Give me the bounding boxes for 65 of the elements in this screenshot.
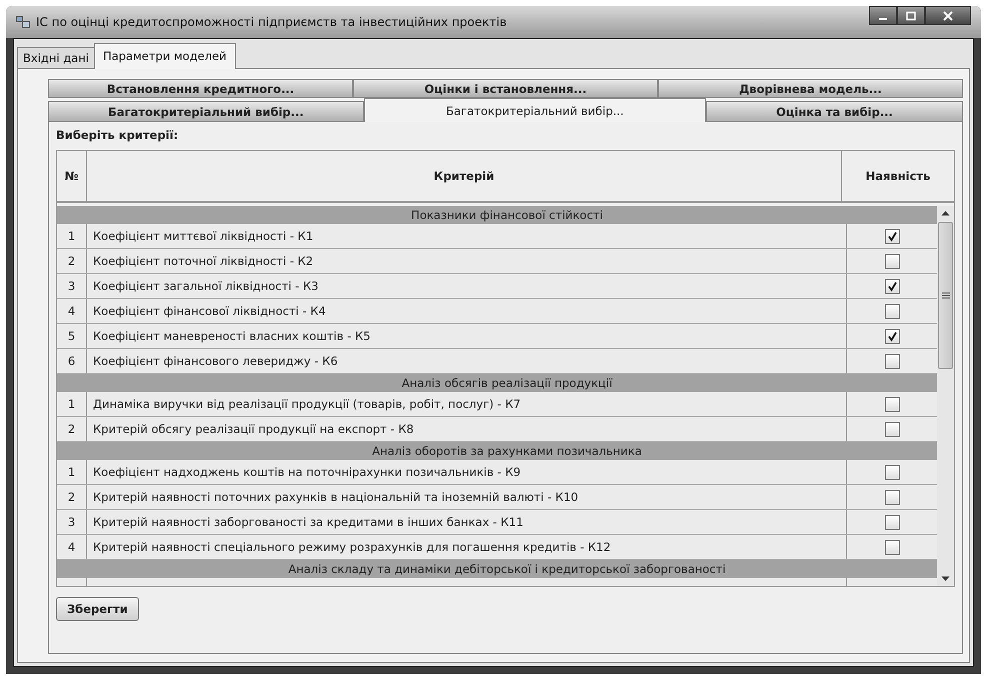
table-cell: Коефіцієнт миттєвої ліквідності - К1 <box>87 224 847 248</box>
tab[interactable]: Багатокритеріальний вибір... <box>48 101 364 122</box>
tab[interactable]: Дворівнева модель... <box>658 79 963 98</box>
tab[interactable]: Параметри моделей <box>94 43 236 69</box>
checkbox[interactable] <box>884 304 900 318</box>
tab[interactable]: Вхідні дані <box>17 47 95 68</box>
tab[interactable]: Оцінки і встановлення... <box>353 79 658 98</box>
checkbox[interactable] <box>884 540 900 554</box>
table-cell: Критерій обсягу реалізації продукції на експорт - К8 <box>87 417 847 441</box>
minimize-icon <box>879 18 887 20</box>
table-cell: Коефіцієнт надходжень коштів на поточнірахунки позичальників - К9 <box>87 460 847 484</box>
column-header: Наявність <box>864 168 932 185</box>
table-cell: Динаміка виручки від реалізації продукції (товарів, робіт, послуг) - К7 <box>87 392 847 416</box>
group-header: Аналіз обсягів реалізації продукції <box>57 374 937 392</box>
table-cell: 1 <box>57 392 87 416</box>
tab[interactable]: Оцінка та вибір... <box>706 101 963 122</box>
minimize-button[interactable] <box>869 6 897 25</box>
group-header: Показники фінансової стійкості <box>57 206 937 224</box>
column-header: Критерій <box>87 151 842 201</box>
table-cell: 2 <box>57 485 87 509</box>
column-header: № <box>57 151 87 201</box>
table-cell: 2 <box>57 249 87 273</box>
table-cell: Критерій наявності спеціального режиму розрахунків для погашення кредитів - К12 <box>87 535 847 559</box>
table-cell: 3 <box>57 510 87 534</box>
grip-icon <box>942 292 950 299</box>
checkbox[interactable] <box>884 354 900 368</box>
table-cell: 3 <box>57 274 87 298</box>
close-button[interactable] <box>925 6 971 25</box>
window-title: ІС по оцінці кредитоспроможності підприємств та інвестиційних проектів <box>36 15 508 29</box>
table-cell: Коефіцієнт загальної ліквідності - К3 <box>87 274 847 298</box>
checkbox[interactable] <box>884 396 900 412</box>
maximize-button[interactable] <box>897 6 925 25</box>
checkbox[interactable] <box>884 254 900 268</box>
save-button[interactable]: Зберегти <box>56 597 139 621</box>
table-cell: 1 <box>57 460 87 484</box>
checkbox[interactable] <box>884 328 900 344</box>
tab[interactable]: Багатокритеріальний вибір... <box>364 98 706 122</box>
scroll-down-icon[interactable] <box>941 576 950 582</box>
table-cell: 6 <box>57 349 87 373</box>
checkbox[interactable] <box>884 422 900 436</box>
checkbox[interactable] <box>884 490 900 504</box>
table-cell: 2 <box>57 417 87 441</box>
tab[interactable]: Встановлення кредитного... <box>48 79 353 98</box>
app-icon <box>16 16 30 28</box>
scroll-up-icon[interactable] <box>941 210 950 216</box>
checkbox[interactable] <box>884 228 900 244</box>
scrollbar[interactable] <box>937 206 954 586</box>
checkbox[interactable] <box>884 464 900 480</box>
checkbox[interactable] <box>884 514 900 530</box>
table-cell: 4 <box>57 299 87 323</box>
table-cell: Коефіцієнт маневреності власних коштів - К5 <box>87 324 847 348</box>
close-icon <box>942 10 954 20</box>
table-cell: Коефіцієнт фінансової ліквідності - К4 <box>87 299 847 323</box>
table-cell: Коефіцієнт фінансового левериджу - К6 <box>87 349 847 373</box>
checkbox[interactable] <box>884 278 900 294</box>
group-header: Аналіз оборотів за рахунками позичальника <box>57 442 937 460</box>
section-label: Виберіть критерії: <box>56 128 178 142</box>
maximize-icon <box>905 10 917 20</box>
table-cell: Коефіцієнт поточної ліквідності - К2 <box>87 249 847 273</box>
table-cell: 1 <box>57 224 87 248</box>
table-cell: Критерій наявності поточних рахунків в національній та іноземній валюті - К10 <box>87 485 847 509</box>
table-cell: Критерій наявності заборгованості за кредитами в інших банках - К11 <box>87 510 847 534</box>
table-cell: 4 <box>57 535 87 559</box>
group-header: Аналіз складу та динаміки дебіторської і кредиторської заборгованості <box>57 560 937 578</box>
table-cell: 5 <box>57 324 87 348</box>
